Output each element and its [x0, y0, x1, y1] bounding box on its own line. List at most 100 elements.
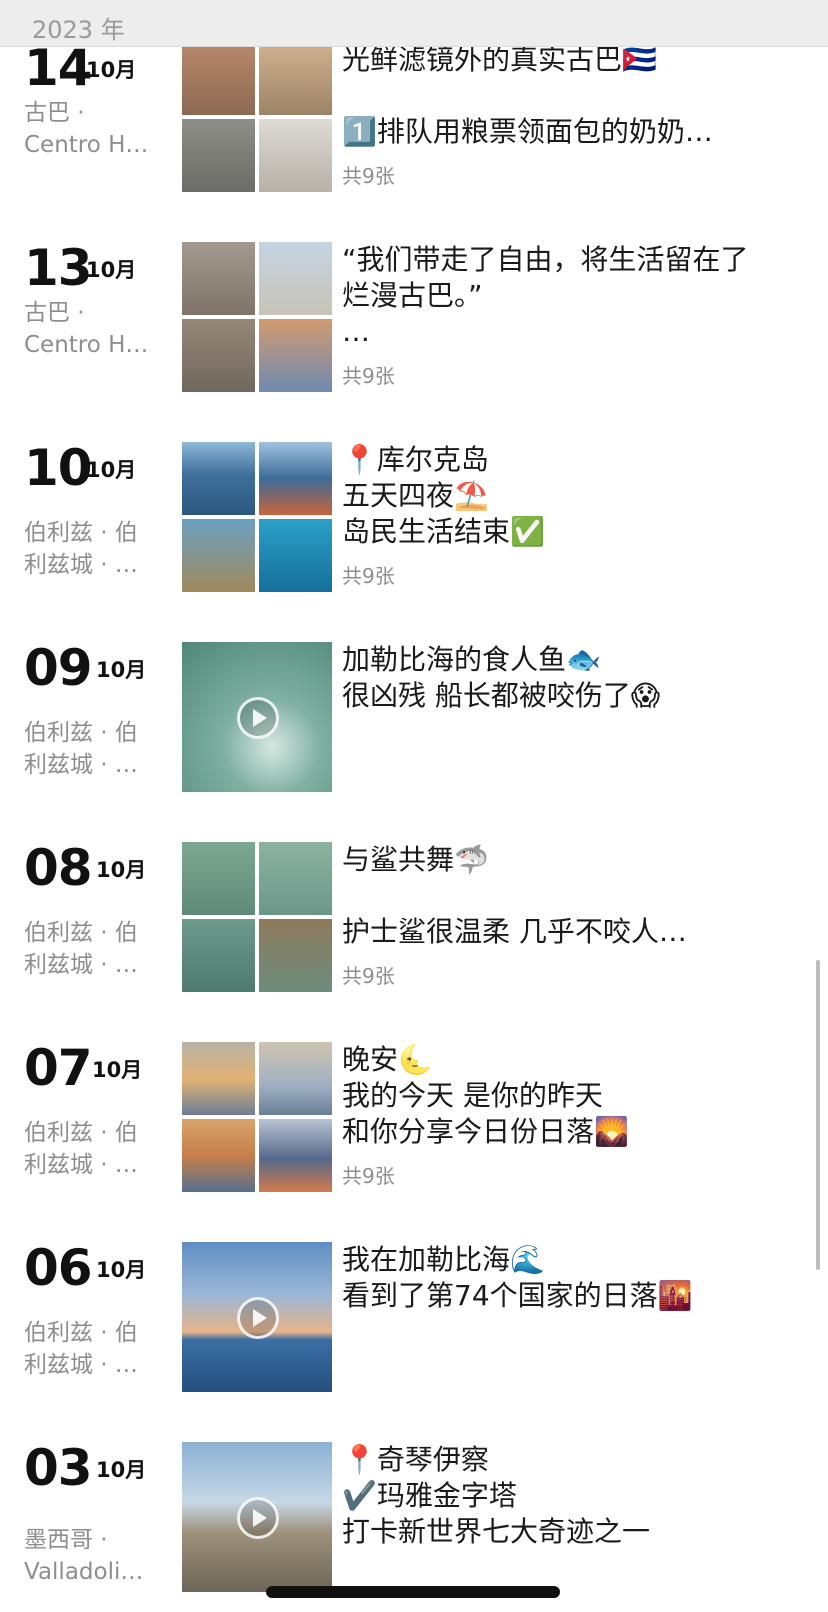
post-location: 古巴 · Centro H… — [24, 300, 149, 358]
post-text-line: 📍奇琴伊察 — [342, 1443, 489, 1476]
post-month: 10月 — [96, 1458, 147, 1482]
post-text-line: 五天四夜⛱️ — [342, 479, 489, 512]
post-text-line: 很凶残 船长都被咬伤了😱 — [342, 679, 661, 712]
post-text: 与鲨共舞🦈 护士鲨很温柔 几乎不咬人… — [342, 842, 802, 950]
photo-thumbnail — [259, 242, 332, 315]
video-thumbnail[interactable] — [182, 642, 332, 792]
post-text-line: … — [342, 315, 370, 348]
post-location: 伯利兹 · 伯 利兹城 · … — [24, 920, 138, 978]
photo-thumbnail — [259, 519, 332, 592]
play-icon — [237, 1497, 279, 1539]
year-section-header: 2023 年 — [0, 0, 828, 47]
photo-thumbnail — [182, 42, 255, 115]
post-item[interactable]: 09 10月 伯利兹 · 伯 利兹城 · … 加勒比海的食人鱼🐟 很凶残 船长都… — [0, 642, 828, 812]
photo-thumbnail — [182, 519, 255, 592]
photo-thumbnail — [182, 319, 255, 392]
photo-count: 共9张 — [342, 964, 395, 988]
post-text-line: 📍库尔克岛 — [342, 443, 489, 476]
post-day: 03 — [24, 1439, 93, 1497]
video-thumbnail[interactable] — [182, 1442, 332, 1592]
post-text-line: 和你分享今日份日落🌄 — [342, 1115, 629, 1148]
post-day: 08 — [24, 839, 93, 897]
post-text-line: 看到了第74个国家的日落🌇 — [342, 1279, 693, 1312]
post-text: “我们带走了自由，将生活留在了 烂漫古巴。” … — [342, 242, 802, 350]
post-item[interactable]: 07 10月 伯利兹 · 伯 利兹城 · … 晚安🌜 我的今天 是你的昨天 和你… — [0, 1042, 828, 1212]
post-text: 晚安🌜 我的今天 是你的昨天 和你分享今日份日落🌄 — [342, 1042, 802, 1150]
photo-thumbnail — [259, 42, 332, 115]
post-text: 光鲜滤镜外的真实古巴🇨🇺 1️⃣排队用粮票领面包的奶奶… — [342, 42, 802, 150]
photo-count: 共9张 — [342, 1164, 395, 1188]
post-text: 加勒比海的食人鱼🐟 很凶残 船长都被咬伤了😱 — [342, 642, 802, 714]
post-day: 06 — [24, 1239, 93, 1297]
post-item[interactable]: 13 10月 古巴 · Centro H… “我们带走了自由，将生活留在了 烂漫… — [0, 242, 828, 412]
moments-feed: 14 10月 古巴 · Centro H… 光鲜滤镜外的真实古巴🇨🇺 1️⃣排队… — [0, 0, 828, 1612]
post-text-line: 加勒比海的食人鱼🐟 — [342, 643, 601, 676]
post-location: 伯利兹 · 伯 利兹城 · … — [24, 1120, 138, 1178]
post-month: 10月 — [86, 458, 137, 482]
photo-thumbnail — [182, 442, 255, 515]
post-text-line: 护士鲨很温柔 几乎不咬人… — [342, 915, 687, 948]
photo-grid[interactable] — [182, 442, 332, 592]
photo-grid[interactable] — [182, 842, 332, 992]
photo-thumbnail — [182, 1119, 255, 1192]
photo-thumbnail — [182, 919, 255, 992]
post-text-line: 与鲨共舞🦈 — [342, 843, 489, 876]
post-text-line: 我的今天 是你的昨天 — [342, 1079, 603, 1112]
post-text-line: 烂漫古巴。” — [342, 279, 483, 312]
photo-count: 共9张 — [342, 164, 395, 188]
post-location: 古巴 · Centro H… — [24, 100, 149, 158]
play-icon — [237, 1297, 279, 1339]
home-indicator[interactable] — [266, 1586, 560, 1598]
post-text-line — [342, 78, 802, 114]
post-text-line: 光鲜滤镜外的真实古巴🇨🇺 — [342, 43, 657, 76]
photo-grid[interactable] — [182, 242, 332, 392]
post-location: 伯利兹 · 伯 利兹城 · … — [24, 1320, 138, 1378]
post-text: 📍奇琴伊察 ✔️玛雅金字塔 打卡新世界七大奇迹之一 — [342, 1442, 802, 1550]
post-month: 10月 — [86, 58, 137, 82]
photo-count: 共9张 — [342, 564, 395, 588]
post-text-line: 打卡新世界七大奇迹之一 — [342, 1515, 651, 1548]
photo-thumbnail — [259, 919, 332, 992]
post-location: 伯利兹 · 伯 利兹城 · … — [24, 720, 138, 778]
photo-thumbnail — [259, 319, 332, 392]
photo-thumbnail — [259, 442, 332, 515]
post-text-line — [342, 878, 802, 914]
post-day: 10 — [24, 439, 93, 497]
photo-thumbnail — [182, 242, 255, 315]
post-text-line: 晚安🌜 — [342, 1043, 433, 1076]
post-text-line: 1️⃣排队用粮票领面包的奶奶… — [342, 115, 713, 148]
scrollbar[interactable] — [816, 960, 820, 1270]
photo-thumbnail — [182, 119, 255, 192]
video-thumbnail[interactable] — [182, 1242, 332, 1392]
post-month: 10月 — [86, 258, 137, 282]
post-month: 10月 — [96, 658, 147, 682]
post-month: 10月 — [92, 1058, 143, 1082]
post-location: 伯利兹 · 伯 利兹城 · … — [24, 520, 138, 578]
post-item[interactable]: 08 10月 伯利兹 · 伯 利兹城 · … 与鲨共舞🦈 护士鲨很温柔 几乎不咬… — [0, 842, 828, 1012]
photo-thumbnail — [182, 842, 255, 915]
post-month: 10月 — [96, 858, 147, 882]
post-text-line: 岛民生活结束✅ — [342, 515, 545, 548]
photo-thumbnail — [182, 1042, 255, 1115]
post-item[interactable]: 06 10月 伯利兹 · 伯 利兹城 · … 我在加勒比海🌊 看到了第74个国家… — [0, 1242, 828, 1412]
post-text: 📍库尔克岛 五天四夜⛱️ 岛民生活结束✅ — [342, 442, 802, 550]
post-item[interactable]: 10 10月 伯利兹 · 伯 利兹城 · … 📍库尔克岛 五天四夜⛱️ 岛民生活… — [0, 442, 828, 612]
post-month: 10月 — [96, 1258, 147, 1282]
post-text-line: 我在加勒比海🌊 — [342, 1243, 545, 1276]
photo-thumbnail — [259, 842, 332, 915]
post-text-line: ✔️玛雅金字塔 — [342, 1479, 517, 1512]
photo-grid[interactable] — [182, 1042, 332, 1192]
post-day: 13 — [24, 239, 93, 297]
post-text-line: “我们带走了自由，将生活留在了 — [342, 243, 749, 276]
post-day: 09 — [24, 639, 93, 697]
post-day: 14 — [24, 39, 93, 97]
photo-thumbnail — [259, 1119, 332, 1192]
photo-thumbnail — [259, 1042, 332, 1115]
post-location: 墨西哥 · Valladoli… — [24, 1527, 144, 1585]
play-icon — [237, 697, 279, 739]
year-label: 2023 年 — [32, 16, 125, 44]
post-text: 我在加勒比海🌊 看到了第74个国家的日落🌇 — [342, 1242, 802, 1314]
photo-grid[interactable] — [182, 42, 332, 192]
post-item[interactable]: 14 10月 古巴 · Centro H… 光鲜滤镜外的真实古巴🇨🇺 1️⃣排队… — [0, 42, 828, 212]
photo-thumbnail — [259, 119, 332, 192]
